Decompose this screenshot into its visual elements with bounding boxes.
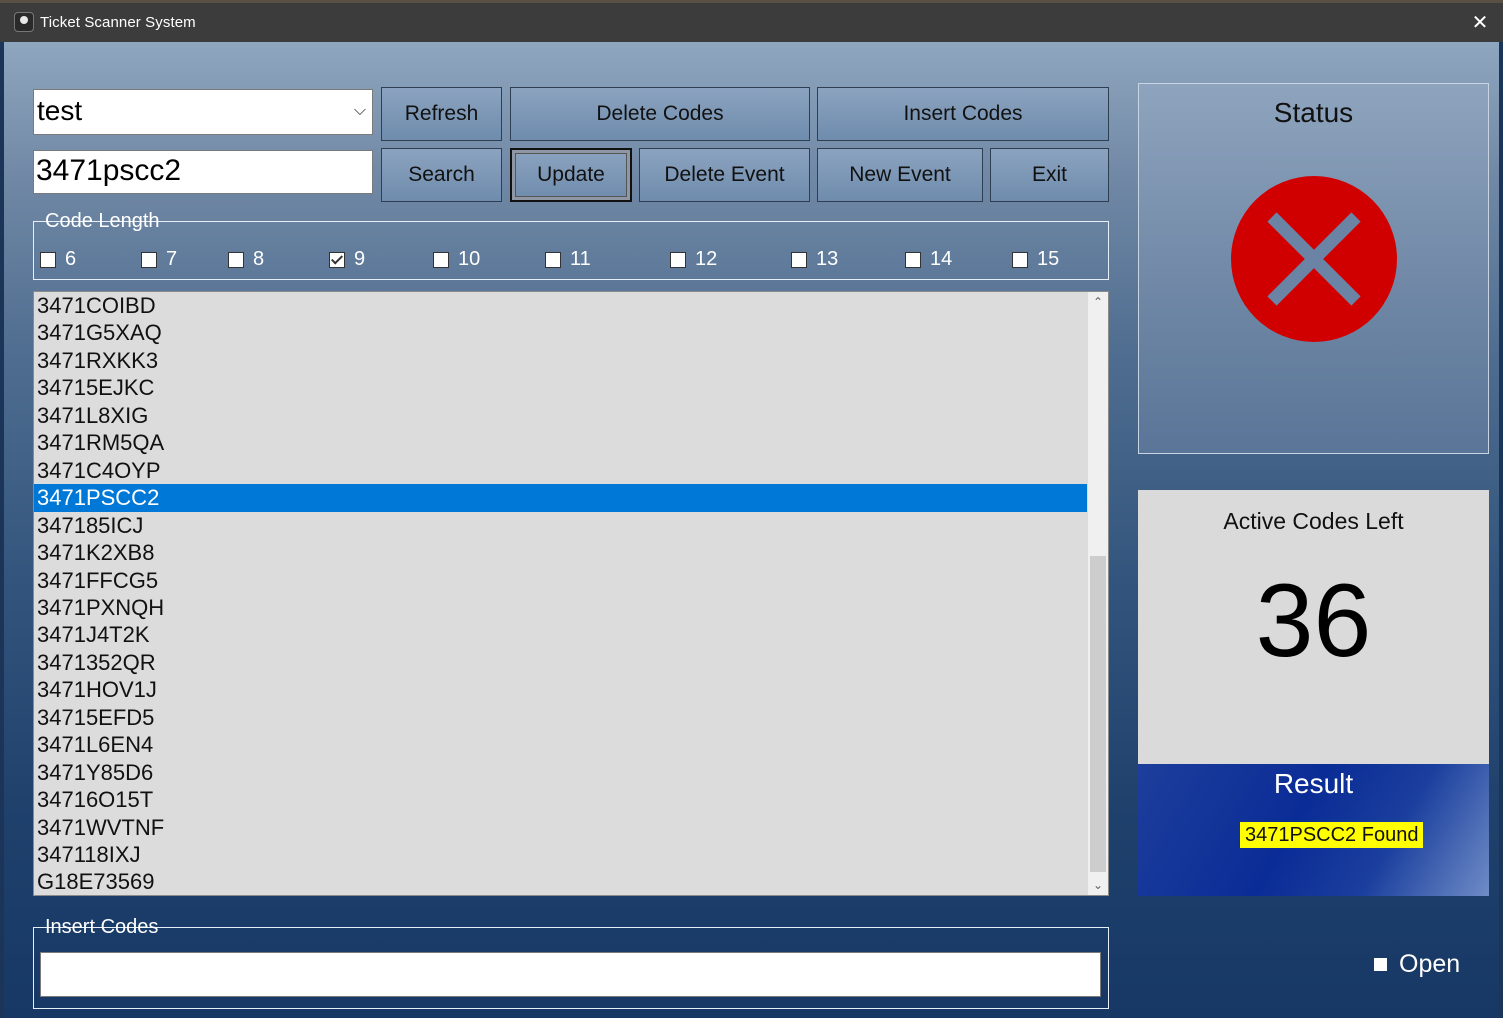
checkbox[interactable] [40, 251, 56, 268]
scroll-up-icon[interactable]: ⌃ [1088, 292, 1108, 312]
code-search-input[interactable]: 3471pscc2 [33, 150, 373, 194]
event-select-value: test [37, 95, 83, 126]
active-codes-panel: Active Codes Left 36 [1138, 490, 1489, 764]
checkbox-checked[interactable] [329, 251, 345, 268]
code-length-label: 15 [1037, 248, 1060, 270]
list-item[interactable]: G18E73569 [34, 868, 1087, 895]
checkbox[interactable] [545, 251, 561, 268]
status-title: Status [1273, 97, 1354, 128]
code-length-option[interactable]: 8 [228, 248, 264, 271]
list-item[interactable]: 3471PXNQH [34, 594, 1087, 621]
list-item[interactable]: 3471K2XB8 [34, 539, 1087, 566]
code-length-option[interactable]: 12 [670, 248, 717, 271]
scroll-thumb[interactable] [1090, 556, 1106, 872]
code-length-label: 10 [458, 248, 481, 270]
active-codes-title: Active Codes Left [1223, 508, 1404, 534]
code-length-label: 6 [65, 248, 77, 270]
checkbox[interactable] [1374, 958, 1387, 971]
error-x-icon [1231, 176, 1397, 342]
code-length-option[interactable]: 14 [905, 248, 952, 271]
new-event-button[interactable]: New Event [817, 148, 983, 202]
list-item[interactable]: 3471C4OYP [34, 457, 1087, 484]
code-length-option[interactable]: 11 [545, 248, 591, 271]
checkbox[interactable] [1012, 251, 1028, 268]
chevron-down-icon[interactable]: ⌵ [354, 90, 366, 132]
list-item[interactable]: 3471WVTNF [34, 814, 1087, 841]
exit-button[interactable]: Exit [990, 148, 1109, 202]
code-search-value: 3471pscc2 [36, 154, 182, 187]
list-item[interactable]: 3471RM5QA [34, 429, 1087, 456]
code-length-label: 11 [570, 248, 591, 270]
code-length-label: 9 [354, 248, 366, 270]
code-length-option[interactable]: 15 [1012, 248, 1059, 271]
window-title: Ticket Scanner System [40, 14, 196, 31]
checkbox[interactable] [791, 251, 807, 268]
code-length-title: Code Length [45, 210, 160, 232]
insert-codes-button[interactable]: Insert Codes [817, 87, 1109, 141]
code-length-label: 14 [930, 248, 953, 270]
list-item[interactable]: 3471L6EN4 [34, 731, 1087, 758]
code-length-option[interactable]: 9 [329, 248, 365, 271]
active-codes-count: 36 [1255, 563, 1372, 679]
codes-listbox[interactable]: 3471COIBD 3471G5XAQ 3471RXKK3 34715EJKC … [33, 291, 1109, 896]
result-title: Result [1273, 768, 1354, 799]
open-label: Open [1399, 950, 1461, 978]
result-panel: Result 3471PSCC2 Found [1138, 764, 1489, 896]
list-item[interactable]: 3471Y85D6 [34, 759, 1087, 786]
list-item-selected[interactable]: 3471PSCC2 [34, 484, 1087, 512]
code-length-label: 12 [695, 248, 718, 270]
list-item[interactable]: 3471352QR [34, 649, 1087, 676]
title-bar: Ticket Scanner System ✕ [0, 0, 1503, 42]
list-item[interactable]: 34716O15T [34, 786, 1087, 813]
list-item[interactable]: 3471G5XAQ [34, 319, 1087, 346]
list-scrollbar[interactable]: ⌃ ⌄ [1088, 292, 1108, 895]
code-length-label: 8 [253, 248, 265, 270]
list-item[interactable]: 3471COIBD [34, 292, 1087, 319]
checkbox[interactable] [433, 251, 449, 268]
close-icon: ✕ [1471, 12, 1489, 34]
code-length-label: 13 [816, 248, 839, 270]
checkbox[interactable] [670, 251, 686, 268]
delete-codes-button[interactable]: Delete Codes [510, 87, 810, 141]
close-button[interactable]: ✕ [1457, 3, 1503, 42]
list-item[interactable]: 347118IXJ [34, 841, 1087, 868]
code-length-option[interactable]: 13 [791, 248, 838, 271]
list-item[interactable]: 3471FFCG5 [34, 567, 1087, 594]
code-length-label: 7 [166, 248, 178, 270]
checkbox[interactable] [228, 251, 244, 268]
code-length-option[interactable]: 6 [40, 248, 76, 271]
app-icon [14, 12, 34, 32]
scroll-down-icon[interactable]: ⌄ [1088, 875, 1108, 895]
code-length-option[interactable]: 7 [141, 248, 177, 271]
search-button[interactable]: Search [381, 148, 502, 202]
result-message: 3471PSCC2 Found [1240, 822, 1424, 848]
code-length-option[interactable]: 10 [433, 248, 480, 271]
refresh-button[interactable]: Refresh [381, 87, 502, 141]
list-item[interactable]: 3471L8XIG [34, 402, 1087, 429]
list-item[interactable]: 347185ICJ [34, 512, 1087, 539]
list-item[interactable]: 3471HOV1J [34, 676, 1087, 703]
main-window: test ⌵ 3471pscc2 Refresh Delete Codes In… [4, 42, 1499, 1018]
insert-codes-title: Insert Codes [45, 916, 159, 938]
checkbox[interactable] [141, 251, 157, 268]
event-select[interactable]: test ⌵ [33, 89, 373, 135]
checkbox[interactable] [905, 251, 921, 268]
insert-codes-input[interactable] [40, 952, 1101, 997]
delete-event-button[interactable]: Delete Event [639, 148, 810, 202]
list-item[interactable]: 34715EJKC [34, 374, 1087, 401]
status-panel: Status [1138, 83, 1489, 454]
list-item[interactable]: 3471RXKK3 [34, 347, 1087, 374]
open-checkbox[interactable]: Open [1374, 950, 1460, 979]
list-item[interactable]: 3471J4T2K [34, 621, 1087, 648]
update-button[interactable]: Update [510, 148, 632, 202]
list-item[interactable]: 34715EFD5 [34, 704, 1087, 731]
